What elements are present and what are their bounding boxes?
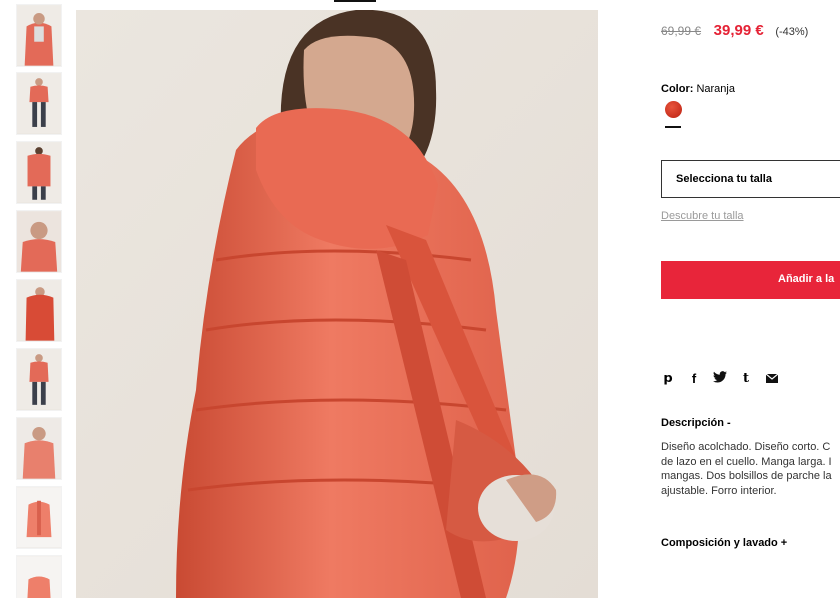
- carousel-indicator: [334, 0, 376, 2]
- facebook-icon[interactable]: f: [687, 371, 701, 387]
- add-to-cart-button[interactable]: Añadir a la: [661, 261, 840, 299]
- selected-swatch-indicator: [665, 126, 681, 128]
- size-guide-link[interactable]: Descubre tu talla: [661, 210, 744, 222]
- description-text: Diseño acolchado. Diseño corto. C de laz…: [661, 440, 840, 498]
- description-line: Diseño acolchado. Diseño corto. C: [661, 441, 831, 453]
- size-select-label: Selecciona tu talla: [676, 173, 772, 185]
- thumbnail-image[interactable]: [16, 141, 62, 204]
- pinterest-icon[interactable]: 𝗽: [661, 371, 675, 387]
- description-line: de lazo en el cuello. Manga larga. I: [661, 455, 832, 468]
- product-info-panel: 69,99 € 39,99 € (-43%) Color: Naranja Se…: [661, 0, 840, 598]
- price-row: 69,99 € 39,99 € (-43%): [661, 22, 808, 39]
- thumbnail-list: [16, 0, 64, 598]
- thumbnail-image[interactable]: [16, 555, 62, 598]
- color-info: Color: Naranja: [661, 83, 735, 95]
- description-line: ajustable. Forro interior.: [661, 484, 777, 497]
- thumbnail-image[interactable]: [16, 72, 62, 135]
- original-price: 69,99 €: [661, 24, 702, 38]
- email-icon[interactable]: [765, 371, 779, 387]
- color-swatch-naranja[interactable]: [665, 101, 682, 118]
- color-label: Color:: [661, 83, 694, 95]
- share-icons: 𝗽 f t: [661, 371, 779, 387]
- tumblr-icon[interactable]: t: [739, 371, 753, 387]
- description-line: mangas. Dos bolsillos de parche la: [661, 470, 832, 482]
- thumbnail-image[interactable]: [16, 486, 62, 549]
- thumbnail-image[interactable]: [16, 279, 62, 342]
- twitter-icon[interactable]: [713, 371, 727, 387]
- thumbnail-image[interactable]: [16, 4, 62, 67]
- thumbnail-image[interactable]: [16, 417, 62, 480]
- composition-toggle[interactable]: Composición y lavado +: [661, 537, 787, 549]
- sale-price: 39,99 €: [713, 22, 764, 39]
- product-main-image[interactable]: [76, 10, 598, 598]
- description-toggle[interactable]: Descripción -: [661, 417, 731, 429]
- add-to-cart-label: Añadir a la: [778, 273, 835, 285]
- discount-badge: (-43%): [775, 26, 809, 38]
- size-select[interactable]: Selecciona tu talla: [661, 160, 840, 198]
- thumbnail-image[interactable]: [16, 210, 62, 273]
- color-value: Naranja: [696, 83, 735, 95]
- thumbnail-image[interactable]: [16, 348, 62, 411]
